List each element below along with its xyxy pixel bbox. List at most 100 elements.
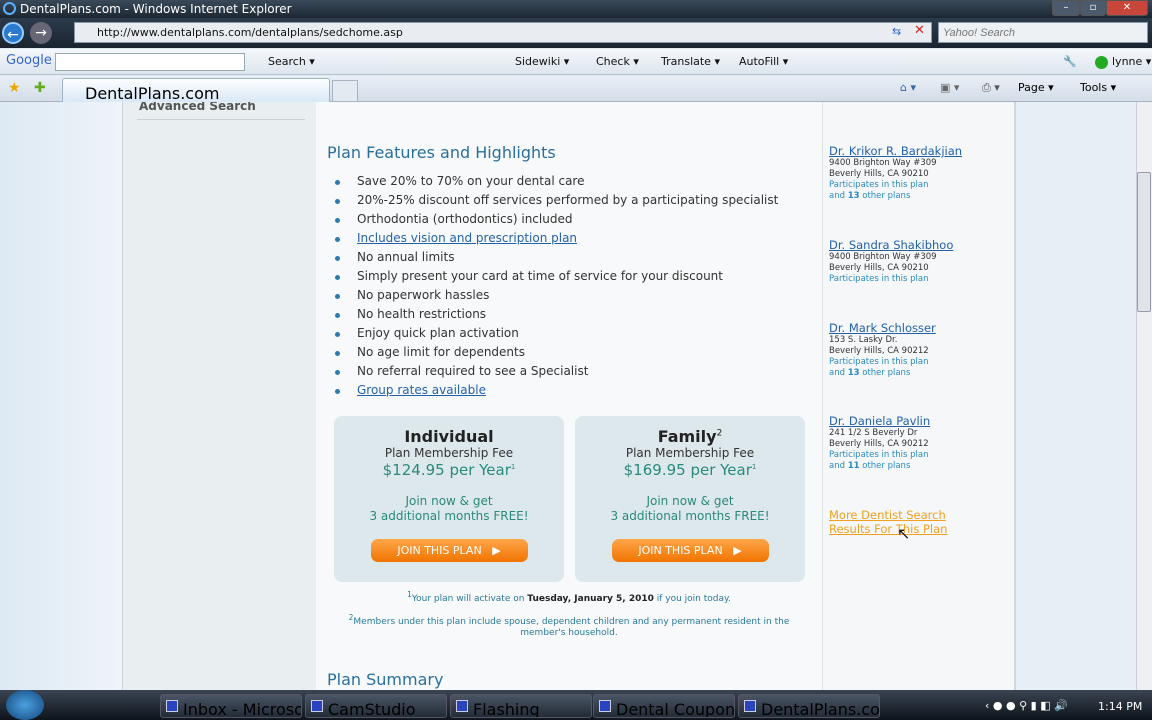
plan-summary-heading: Plan Summary	[327, 670, 444, 689]
ie-icon	[3, 2, 16, 15]
note1-text-end: if you join today.	[653, 594, 731, 604]
feature-item[interactable]: Includes vision and prescription plan	[334, 229, 778, 248]
taskbar-item[interactable]: Dental Coupons an...	[593, 694, 735, 718]
user-menu[interactable]: lynne ▾	[1112, 55, 1151, 68]
sidewiki-button[interactable]: Sidewiki ▾	[515, 55, 569, 68]
taskbar-label: Inbox - Microsoft O...	[183, 700, 301, 718]
dentist-address: 9400 Brighton Way #309	[829, 252, 937, 262]
plan-price: $124.95 per Year	[382, 461, 511, 479]
home-icon[interactable]: ⌂ ▾	[900, 81, 916, 94]
add-favorite-icon[interactable]: ✚	[34, 80, 46, 96]
plan-title: Individual	[404, 427, 494, 446]
dentist-name-link[interactable]: Dr. Sandra Shakibhoo	[829, 238, 953, 252]
dentist-city: Beverly Hills, CA 90212	[829, 346, 929, 356]
main-content: Plan Features and Highlights Save 20% to…	[316, 102, 822, 690]
participates-text: Participates in this plan	[829, 450, 929, 460]
feeds-icon[interactable]: ▣ ▾	[940, 81, 959, 94]
address-bar[interactable]: http://www.dentalplans.com/dentalplans/s…	[74, 22, 932, 43]
other-plans-post: other plans	[859, 368, 911, 378]
other-plans-post: other plans	[859, 191, 911, 201]
feature-item: No referral required to see a Specialist	[334, 362, 778, 381]
forward-button[interactable]: →	[30, 22, 52, 44]
google-search-button[interactable]: Search ▾	[268, 55, 315, 68]
feature-item: No annual limits	[334, 248, 778, 267]
scrollbar-thumb[interactable]	[1137, 172, 1151, 312]
app-icon	[599, 700, 611, 712]
search-input[interactable]	[938, 22, 1148, 43]
advanced-search-heading[interactable]: Advanced Search	[139, 102, 256, 113]
taskbar-item[interactable]: DentalPlans.com - ...	[738, 694, 880, 718]
google-search-input[interactable]	[55, 53, 245, 71]
feature-text: Save 20% to 70% on your dental care	[357, 174, 585, 188]
dentist-name-link[interactable]: Dr. Krikor R. Bardakjian	[829, 144, 962, 158]
dentist-name-link[interactable]: Dr. Daniela Pavlin	[829, 414, 930, 428]
print-icon[interactable]: ⎙ ▾	[982, 81, 1000, 95]
tab-dentalplans[interactable]: DentalPlans.com	[62, 78, 330, 103]
window-title: DentalPlans.com - Windows Internet Explo…	[20, 2, 292, 16]
feature-item: Orthodontia (orthodontics) included	[334, 210, 778, 229]
feature-link[interactable]: Includes vision and prescription plan	[357, 231, 577, 245]
other-plans-count: 13	[847, 368, 860, 378]
status-icon	[1095, 56, 1108, 69]
feature-item: Simply present your card at time of serv…	[334, 267, 778, 286]
taskbar-item[interactable]: Inbox - Microsoft O...	[160, 694, 302, 718]
back-button[interactable]: ←	[2, 22, 24, 44]
app-icon	[744, 700, 756, 712]
plan-card-individual: Individual Plan Membership Fee $124.95 p…	[334, 416, 564, 582]
dentist-name-link[interactable]: Dr. Mark Schlosser	[829, 321, 936, 335]
feature-item: 20%-25% discount off services performed …	[334, 191, 778, 210]
page-menu[interactable]: Page ▾	[1018, 81, 1054, 94]
promo-line2: 3 additional months FREE!	[369, 509, 529, 523]
app-icon	[311, 700, 323, 712]
feature-item[interactable]: Group rates available	[334, 381, 778, 400]
feature-item: Save 20% to 70% on your dental care	[334, 172, 778, 191]
dentist-list: Dr. Krikor R. Bardakjian 9400 Brighton W…	[822, 102, 1016, 690]
close-button[interactable]: ✕	[1106, 0, 1148, 16]
activation-date: Tuesday, January 5, 2010	[527, 594, 654, 604]
dentist-address: 153 S. Lasky Dr.	[829, 335, 898, 345]
wrench-icon[interactable]: 🔧	[1063, 55, 1077, 68]
start-button[interactable]	[6, 690, 44, 720]
dentist-city: Beverly Hills, CA 90210	[829, 263, 929, 273]
stop-icon[interactable]: ✕	[914, 23, 925, 38]
join-plan-button[interactable]: JOIN THIS PLAN ▶	[370, 539, 528, 562]
feature-text: Orthodontia (orthodontics) included	[357, 212, 573, 226]
feature-item: No age limit for dependents	[334, 343, 778, 362]
join-plan-button[interactable]: JOIN THIS PLAN ▶	[611, 539, 769, 562]
taskbar-label: CamStudio	[328, 700, 416, 718]
other-plans-count: 13	[847, 191, 860, 201]
dentist-address: 9400 Brighton Way #309	[829, 158, 937, 168]
feature-text: No paperwork hassles	[357, 288, 490, 302]
tools-menu[interactable]: Tools ▾	[1080, 81, 1116, 94]
dentist-address: 241 1/2 S Beverly Dr	[829, 428, 918, 438]
mouse-cursor-icon: ↖	[897, 524, 911, 543]
favorites-star-icon[interactable]: ★	[8, 80, 21, 96]
app-icon	[166, 700, 178, 712]
check-button[interactable]: Check ▾	[596, 55, 639, 68]
refresh-icon[interactable]: ⇆	[892, 25, 901, 38]
plan-title: Family	[657, 427, 717, 446]
translate-button[interactable]: Translate ▾	[661, 55, 720, 68]
tray-icons: ‹ ● ● ⚲ ▮ ◧ 🔊	[985, 699, 1068, 712]
feature-text: Enjoy quick plan activation	[357, 326, 519, 340]
taskbar-item[interactable]: Flashing	[450, 694, 592, 718]
other-plans-pre: and	[829, 461, 848, 471]
feature-link[interactable]: Group rates available	[357, 383, 486, 397]
minimize-button[interactable]: –	[1052, 0, 1080, 16]
taskbar-label: Dental Coupons an...	[616, 700, 735, 718]
join-label: JOIN THIS PLAN	[397, 544, 482, 557]
maximize-button[interactable]: ▫	[1080, 0, 1106, 16]
new-tab-button[interactable]	[332, 80, 358, 102]
feature-text: No annual limits	[357, 250, 455, 264]
plan-subtitle: Plan Membership Fee	[625, 446, 755, 460]
tab-label: DentalPlans.com	[85, 84, 220, 103]
autofill-button[interactable]: AutoFill ▾	[739, 55, 788, 68]
features-list: Save 20% to 70% on your dental care 20%-2…	[334, 172, 778, 400]
feature-text: No health restrictions	[357, 307, 487, 321]
other-plans-post: other plans	[859, 461, 911, 471]
taskbar-label: Flashing	[473, 700, 540, 718]
dentist-city: Beverly Hills, CA 90212	[829, 439, 929, 449]
feature-text: Simply present your card at time of serv…	[357, 269, 723, 283]
plan-subtitle: Plan Membership Fee	[384, 446, 514, 460]
taskbar-item[interactable]: CamStudio	[305, 694, 447, 718]
